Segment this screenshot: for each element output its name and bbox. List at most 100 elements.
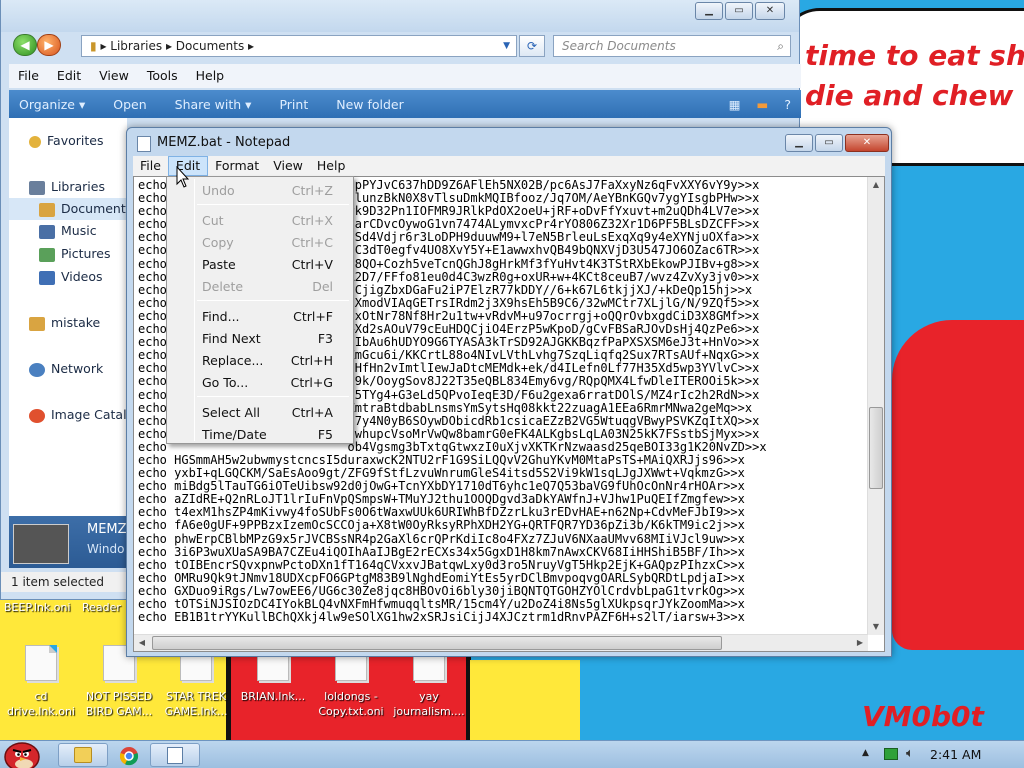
desktop-icon-label[interactable]: BEEP.lnk.oni [4,601,71,614]
taskbar-notepad-button[interactable] [150,743,200,767]
menu-item-copy[interactable]: Copy Ctrl+C [169,232,351,254]
search-input[interactable]: Search Documents ⌕ [553,35,791,57]
menu-item-shortcut: F3 [317,331,333,346]
angry-bird-start-icon[interactable] [2,737,42,768]
open-button[interactable]: Open [113,97,146,112]
nav-pictures[interactable]: Pictures [9,243,127,265]
print-button[interactable]: Print [279,97,308,112]
documents-icon [39,202,55,217]
horizontal-scroll-thumb[interactable] [152,636,722,650]
clock[interactable]: 2:41 AM [930,747,981,762]
menu-item-cut[interactable]: Cut Ctrl+X [169,210,351,232]
new-folder-button[interactable]: New folder [336,97,404,112]
status-bar: 1 item selected [1,572,127,592]
menu-item-label: Delete [202,279,244,294]
share-with-button[interactable]: Share with ▾ [175,97,252,112]
taskbar-explorer-button[interactable] [58,743,108,767]
menu-edit[interactable]: Edit [48,64,90,88]
breadcrumb-libraries[interactable]: Libraries [110,39,162,53]
notepad-caption[interactable]: MEMZ.bat - Notepad ▁ ▭ ✕ [127,128,891,158]
breadcrumb-documents[interactable]: Documents [176,39,244,53]
address-bar[interactable]: ▮ ▸ Libraries ▸ Documents ▸ ▼ [81,35,517,57]
menu-item-label: Go To... [202,375,249,390]
explorer-caption[interactable]: ▁ ▭ ✕ [1,0,799,32]
folder-icon [74,747,92,763]
menu-view[interactable]: View [266,156,310,176]
menu-item-paste[interactable]: Paste Ctrl+V [169,254,351,276]
desktop-icon-label[interactable]: Reader [82,601,121,614]
forward-button[interactable]: ▶ [37,34,61,56]
scroll-down-icon[interactable]: ▼ [868,619,884,635]
menu-item-find[interactable]: Find... Ctrl+F [169,306,351,328]
nav-mistake[interactable]: mistake [9,312,127,334]
nav-documents[interactable]: Documents [9,198,132,220]
file-icon [25,645,57,681]
menu-item-label: Select All [202,405,261,420]
breadcrumb-separator: ▸ [100,39,111,53]
taskbar-chrome-button[interactable] [104,743,154,767]
menu-file[interactable]: File [133,156,168,176]
scroll-left-icon[interactable]: ◀ [134,635,150,651]
close-button[interactable]: ✕ [755,2,785,20]
menu-item-shortcut: Ctrl+V [291,257,333,272]
menu-item-find-next[interactable]: Find Next F3 [169,328,351,350]
explorer-address-row: ◀ ▶ ▮ ▸ Libraries ▸ Documents ▸ ▼ ⟳ Sear… [1,32,801,60]
menu-item-select-all[interactable]: Select All Ctrl+A [169,402,351,424]
nav-videos[interactable]: Videos [9,266,127,288]
nav-libraries[interactable]: Libraries [9,176,127,198]
menu-item-time-date[interactable]: Time/Date F5 [169,424,351,446]
menu-help[interactable]: Help [187,64,234,88]
menu-item-label: Replace... [202,353,264,368]
menu-item-replace[interactable]: Replace... Ctrl+H [169,350,351,372]
menu-separator [197,204,349,205]
preview-pane-icon[interactable]: ▬ [757,97,769,112]
text-line: echo phwErpCBlbMPzG9x5rJVCBSsNR4p2GaXl6c… [138,531,745,546]
close-button[interactable]: ✕ [845,134,889,152]
menu-separator [197,396,349,397]
show-hidden-icons-icon[interactable]: ▲ [862,748,869,758]
menu-item-shortcut: Ctrl+F [293,309,333,324]
minimize-button[interactable]: ▁ [695,2,723,20]
refresh-button[interactable]: ⟳ [519,35,545,57]
music-icon [39,224,55,239]
file-thumbnail-icon [13,524,69,564]
nav-label: Libraries [51,179,105,194]
menu-item-go-to[interactable]: Go To... Ctrl+G [169,372,351,394]
chevron-down-icon[interactable]: ▼ [503,36,510,56]
network-status-icon[interactable] [884,748,898,760]
nav-music[interactable]: Music [9,220,127,242]
nav-network[interactable]: Network [9,358,127,380]
menu-item-undo[interactable]: Undo Ctrl+Z [169,180,351,202]
maximize-button[interactable]: ▭ [815,134,843,152]
horizontal-scrollbar[interactable]: ◀ ▶ [134,634,868,651]
back-button[interactable]: ◀ [13,34,37,56]
scroll-up-icon[interactable]: ▲ [868,177,884,193]
toolbar-right-group: ▦ ▬ ? [729,97,791,112]
nav-label: Videos [61,269,103,284]
window-title: MEMZ.bat - Notepad [157,135,291,150]
help-icon[interactable]: ? [784,97,791,112]
vertical-scroll-thumb[interactable] [869,407,883,489]
menu-item-label: Time/Date [202,427,267,442]
menu-tools[interactable]: Tools [138,64,187,88]
organize-button[interactable]: Organize ▾ [19,97,85,112]
vertical-scrollbar[interactable]: ▲ ▼ [867,177,884,635]
nav-favorites[interactable]: Favorites [9,130,127,152]
menu-help[interactable]: Help [310,156,353,176]
menu-file[interactable]: File [9,64,48,88]
view-options-icon[interactable]: ▦ [729,97,741,112]
menu-format[interactable]: Format [208,156,266,176]
maximize-button[interactable]: ▭ [725,2,753,20]
menu-view[interactable]: View [90,64,138,88]
system-tray: ▲ 🔈︎ 2:41 AM [834,741,1024,768]
desktop-icon-cd-drive[interactable]: cd drive.lnk.oni [0,645,82,719]
scroll-right-icon[interactable]: ▶ [852,635,868,651]
desktop-icon-label: BRIAN.lnk... [240,690,306,703]
nav-image-catalog[interactable]: Image Catalo [9,404,134,426]
text-line: echo OMRu9Qk9tJNmv18UDXcpFO6GPtgM83B9lNg… [138,570,745,585]
menu-item-delete[interactable]: Delete Del [169,276,351,298]
minimize-button[interactable]: ▁ [785,134,813,152]
chrome-icon [119,747,139,766]
volume-icon[interactable]: 🔈︎ [906,746,914,761]
nav-label: Music [61,223,97,238]
